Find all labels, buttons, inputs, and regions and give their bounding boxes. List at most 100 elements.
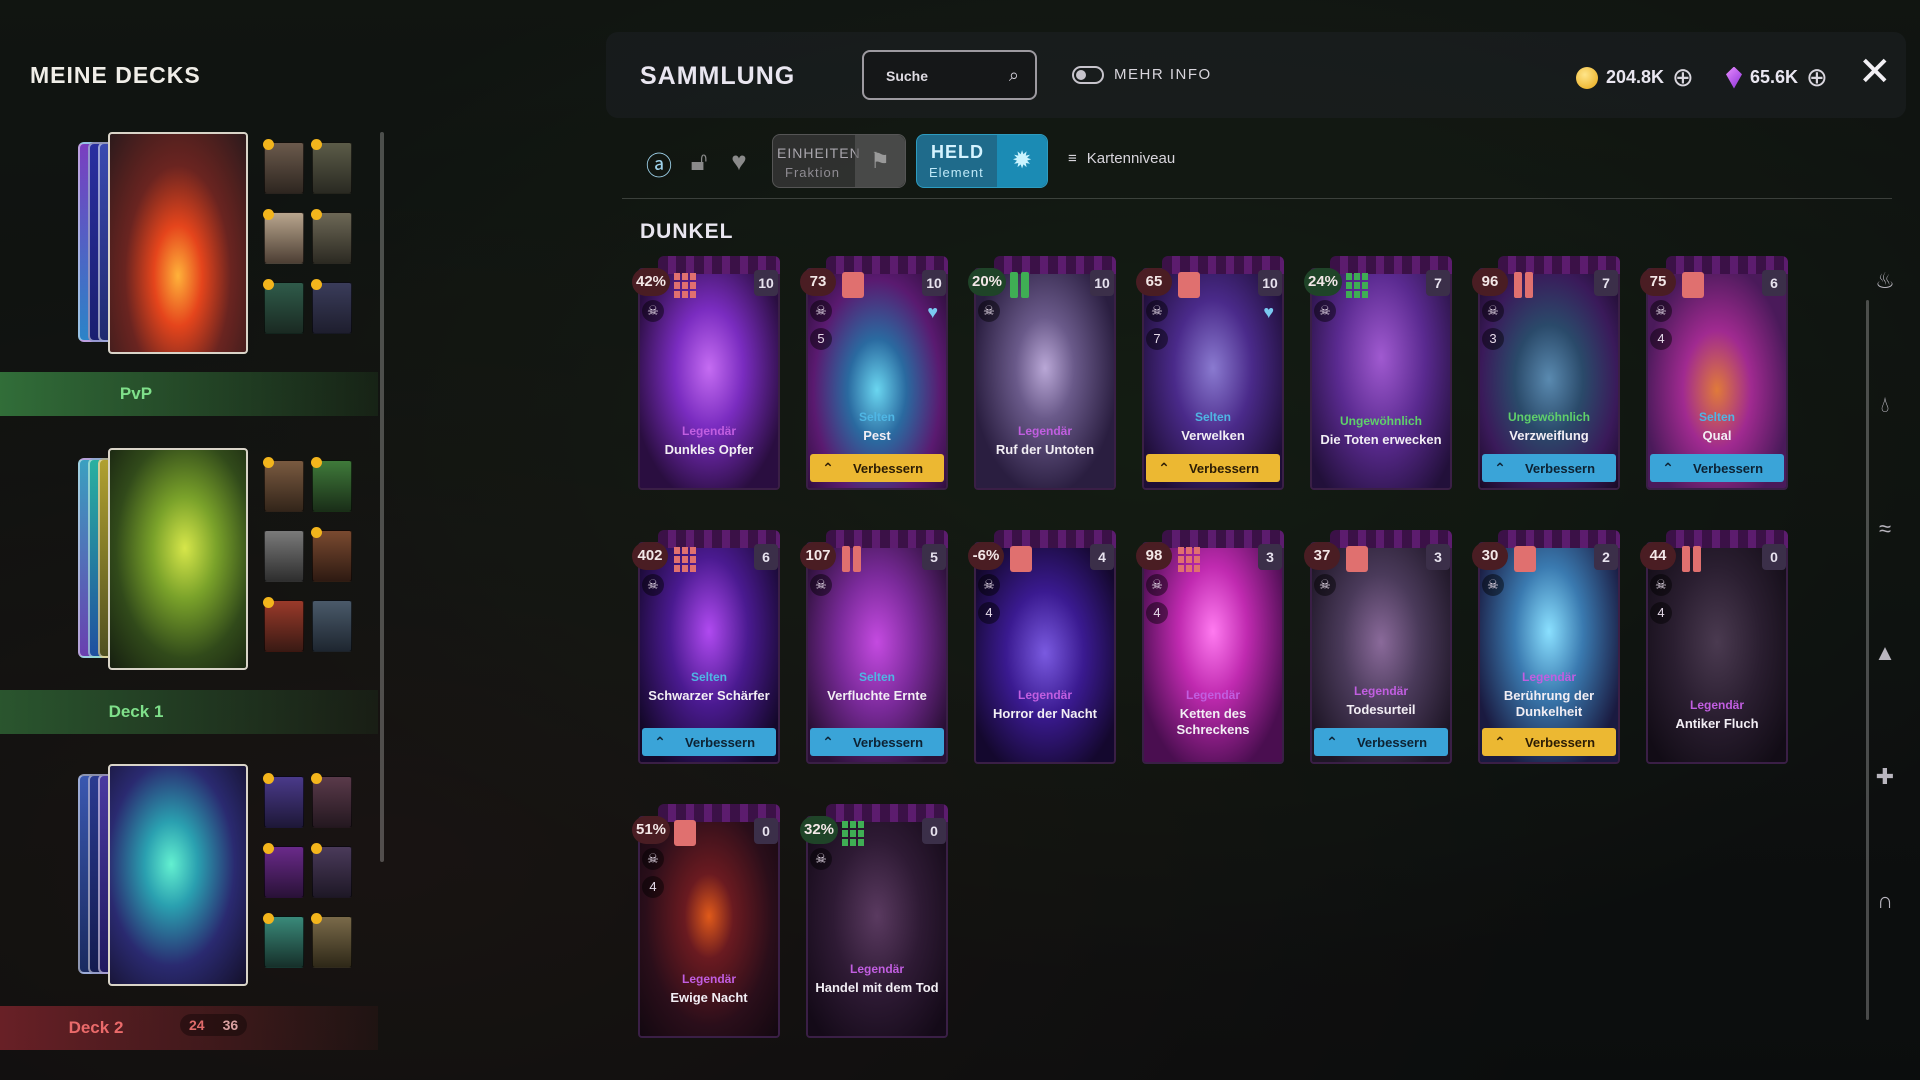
card-name: Berührung der Dunkelheit (1503, 688, 1595, 719)
gem-icon (1726, 66, 1742, 89)
card-rarity: Legendär (681, 972, 736, 986)
card-stat-icons: ☠ 4 (978, 574, 1000, 624)
favorite-heart-icon[interactable]: ♥ (1263, 302, 1274, 323)
deck-unit-thumb (311, 843, 352, 898)
element-filter-label: HELD (931, 142, 984, 162)
spell-card[interactable]: 20% 10 ☠ Legendär Ruf der Untoten (968, 256, 1116, 490)
favorite-heart-icon[interactable]: ♥ (724, 146, 754, 183)
card-rarity: Legendär (1017, 424, 1072, 438)
spell-card[interactable]: 75 6 ☠ 4 Selten Qual ⌃ Verbessern (1640, 256, 1788, 490)
card-level-badge: 3 (1426, 544, 1450, 570)
spell-card[interactable]: 402 6 ☠ Selten Schwarzer Schärfer ⌃ Verbessern (632, 530, 780, 764)
more-info-label: MEHR INFO (1114, 66, 1212, 83)
deck-unit-thumb (311, 279, 352, 334)
all-filter-icon[interactable]: ⓐ (644, 146, 674, 183)
upgrade-button-label: Verbessern (1524, 460, 1596, 476)
favorite-heart-icon[interactable]: ♥ (927, 302, 938, 323)
search-icon[interactable]: ⌕ (1009, 65, 1019, 86)
add-gems-button[interactable]: ⊕ (1806, 62, 1828, 93)
faction-filter-label: EINHEITEN (777, 145, 861, 161)
mana-cost-indicator (1178, 272, 1200, 298)
add-gold-button[interactable]: ⊕ (1672, 62, 1694, 93)
spell-card[interactable]: 98 3 ☠ 4 Legendär Ketten des Schreckens (1136, 530, 1284, 764)
mana-cost-indicator (1346, 272, 1368, 298)
upgrade-button-label: Verbessern (852, 460, 924, 476)
upgrade-button[interactable]: ⌃ Verbessern (1650, 454, 1784, 482)
upgrade-button[interactable]: ⌃ Verbessern (1146, 454, 1280, 482)
card-name: Verfluchte Ernte (827, 688, 927, 703)
card-power-badge: 402 (632, 542, 668, 570)
spell-card[interactable]: 37 3 ☠ Legendär Todesurteil ⌃ Verbessern (1304, 530, 1452, 764)
card-effect-count: 4 (1650, 602, 1672, 624)
mana-cost-indicator (842, 272, 864, 298)
spell-card[interactable]: 73 10 ☠ 5 ♥ Selten Pest ⌃ Verbessern (800, 256, 948, 490)
chevron-up-icon: ⌃ (822, 733, 834, 750)
sort-control[interactable]: ≡ Kartenniveau (1068, 150, 1175, 167)
unlock-icon[interactable]: 🔓︎ (684, 146, 714, 183)
card-level-badge: 7 (1426, 270, 1450, 296)
deck-count: 24 (180, 1014, 214, 1036)
deck-unit-thumb (263, 279, 304, 334)
upgrade-button[interactable]: ⌃ Verbessern (642, 728, 776, 756)
spell-card[interactable]: 30 2 ☠ Legendär Berührung der Dunkelheit ⌃ Ver… (1472, 530, 1620, 764)
card-power-badge: 107 (800, 542, 836, 570)
upgrade-button[interactable]: ⌃ Verbessern (1314, 728, 1448, 756)
card-power-badge: 75 (1640, 268, 1676, 296)
spell-card[interactable]: 44 0 ☠ 4 Legendär Antiker Fluch (1640, 530, 1788, 764)
card-level-badge: 4 (1090, 544, 1114, 570)
deck-unit-thumb (263, 773, 304, 828)
card-effect-icon: ☠ (810, 300, 832, 322)
spell-card[interactable]: 51% 0 ☠ 4 Legendär Ewige Nacht (632, 804, 780, 1038)
spell-card[interactable]: 42% 10 ☠ Legendär Dunkles Opfer (632, 256, 780, 490)
decks-scrollbar[interactable] (380, 132, 384, 862)
flag-icon: ⚑ (855, 135, 905, 187)
fire-element-icon[interactable]: ♨ (1860, 268, 1910, 294)
card-level-badge: 0 (1762, 544, 1786, 570)
card-name: Ketten des Schreckens (1176, 706, 1250, 737)
spell-card[interactable]: 96 7 ☠ 3 Ungewöhnlich Verzweiflung ⌃ Verbessern (1472, 256, 1620, 490)
card-effect-icon: ☠ (1314, 574, 1336, 596)
deck-unit-thumb (311, 913, 352, 968)
spell-card[interactable]: -6% 4 ☠ 4 Legendär Horror der Nacht (968, 530, 1116, 764)
deck-pvp[interactable]: PvP (0, 132, 378, 432)
gold-coin-icon (1576, 66, 1598, 89)
chevron-up-icon: ⌃ (1158, 459, 1170, 476)
card-stat-icons: ☠ 5 (810, 300, 832, 350)
search-input[interactable]: Suche ⌕ (862, 50, 1037, 100)
upgrade-button-label: Verbessern (852, 734, 924, 750)
card-rarity: Selten (690, 670, 727, 684)
spell-card[interactable]: 32% 0 ☠ Legendär Handel mit dem Tod (800, 804, 948, 1038)
element-rail-scrollbar[interactable] (1866, 300, 1869, 1020)
spell-card[interactable]: 107 5 ☠ Selten Verfluchte Ernte ⌃ Verbessern (800, 530, 948, 764)
gem-amount: 65.6K (1750, 67, 1799, 87)
element-filter-button[interactable]: HELD Element ✹ (916, 134, 1048, 188)
card-level-badge: 0 (754, 818, 778, 844)
close-button[interactable]: ✕ (1858, 52, 1892, 92)
upgrade-button-label: Verbessern (1356, 734, 1428, 750)
mana-cost-indicator (1010, 272, 1029, 298)
card-level-badge: 10 (922, 270, 946, 296)
upgrade-button[interactable]: ⌃ Verbessern (1482, 728, 1616, 756)
card-level-badge: 10 (1090, 270, 1114, 296)
upgrade-button[interactable]: ⌃ Verbessern (810, 454, 944, 482)
card-effect-count: 4 (642, 876, 664, 898)
spell-card[interactable]: 65 10 ☠ 7 ♥ Selten Verwelken ⌃ Verbessern (1136, 256, 1284, 490)
card-stat-icons: ☠ (1482, 574, 1504, 596)
card-stat-icons: ☠ (642, 574, 664, 596)
card-name: Dunkles Opfer (664, 442, 754, 457)
card-stat-icons: ☠ 7 (1146, 300, 1168, 350)
card-stat-icons: ☠ (810, 574, 832, 596)
card-stat-icons: ☠ (810, 848, 832, 870)
deck-unit-thumb (263, 843, 304, 898)
deck-2[interactable]: Deck 2 24 36 (0, 764, 378, 1064)
spell-card[interactable]: 24% 7 ☠ Ungewöhnlich Die Toten erwecken (1304, 256, 1452, 490)
more-info-toggle[interactable] (1072, 66, 1104, 84)
faction-filter-button[interactable]: EINHEITEN Fraktion ⚑ (772, 134, 906, 188)
deck-hero-art (108, 132, 248, 354)
upgrade-button[interactable]: ⌃ Verbessern (810, 728, 944, 756)
upgrade-button[interactable]: ⌃ Verbessern (1482, 454, 1616, 482)
card-rarity: Selten (1698, 410, 1735, 424)
deck-1[interactable]: Deck 1 (0, 448, 378, 748)
card-rarity: Legendär (1017, 688, 1072, 702)
deck-card-count: 24 36 (180, 1014, 248, 1036)
